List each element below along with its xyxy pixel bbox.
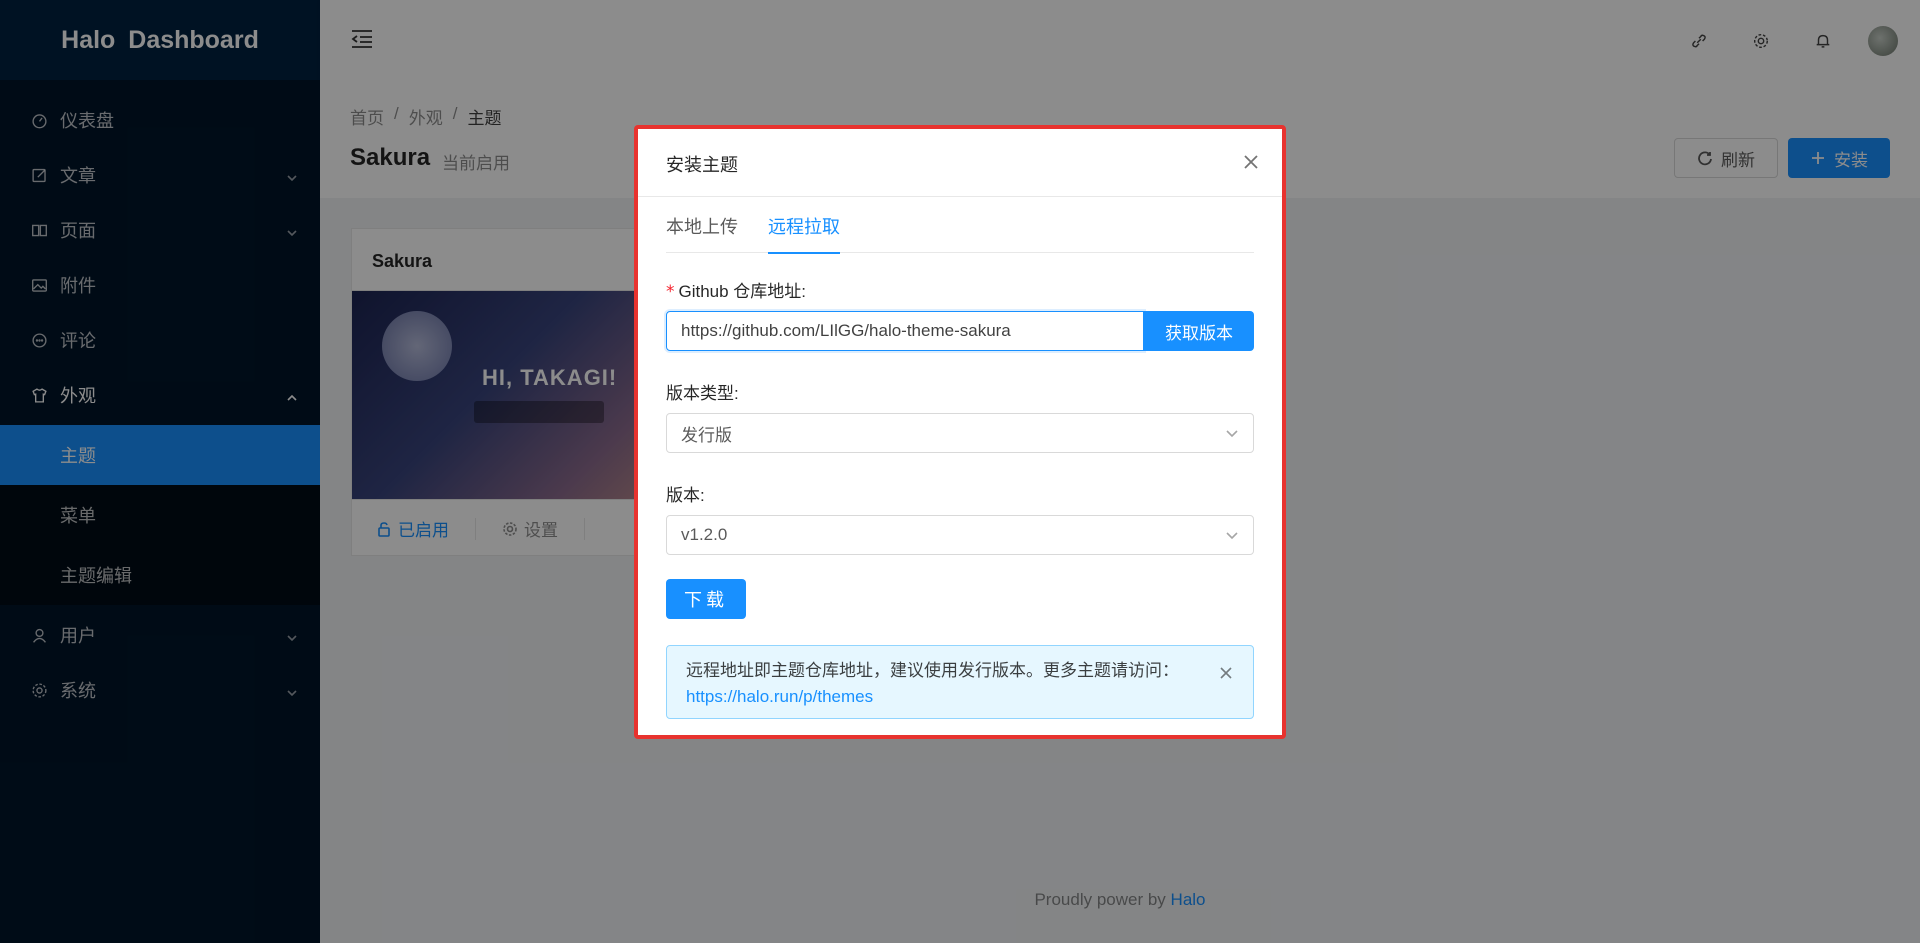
themes-link[interactable]: https://halo.run/p/themes	[686, 687, 873, 706]
download-button[interactable]: 下载	[666, 579, 746, 619]
remote-install-form: * Github 仓库地址: https://github.com/LIlGG/h…	[638, 253, 1282, 719]
repo-url-input[interactable]: https://github.com/LIlGG/halo-theme-saku…	[666, 311, 1144, 351]
chevron-down-icon	[1226, 532, 1238, 540]
repo-input-group: https://github.com/LIlGG/halo-theme-saku…	[666, 311, 1254, 351]
close-icon[interactable]	[1219, 662, 1233, 679]
repo-label-text: Github 仓库地址:	[678, 282, 807, 301]
version-type-label: 版本类型:	[666, 384, 739, 403]
version-type-value: 发行版	[681, 425, 732, 445]
fetch-versions-button[interactable]: 获取版本	[1144, 311, 1254, 351]
required-mark: *	[666, 282, 675, 302]
install-tabs: 本地上传 远程拉取	[666, 197, 1254, 254]
version-label: 版本:	[666, 486, 705, 505]
close-icon[interactable]	[1242, 153, 1260, 171]
tab-local-upload[interactable]: 本地上传	[666, 197, 738, 253]
modal-header: 安装主题	[638, 129, 1282, 197]
version-value: v1.2.0	[681, 525, 728, 544]
version-select[interactable]: v1.2.0	[666, 515, 1254, 555]
repo-label: * Github 仓库地址:	[666, 277, 1254, 302]
tab-remote-pull[interactable]: 远程拉取	[768, 197, 840, 254]
chevron-down-icon	[1226, 430, 1238, 438]
modal-title: 安装主题	[666, 155, 738, 175]
info-alert: 远程地址即主题仓库地址，建议使用发行版本。更多主题请访问： https://ha…	[666, 645, 1254, 719]
version-type-select[interactable]: 发行版	[666, 413, 1254, 453]
install-theme-modal: 安装主题 本地上传 远程拉取 * Github 仓库地址: https://git…	[634, 125, 1286, 739]
alert-text: 远程地址即主题仓库地址，建议使用发行版本。更多主题请访问：	[686, 661, 1179, 680]
